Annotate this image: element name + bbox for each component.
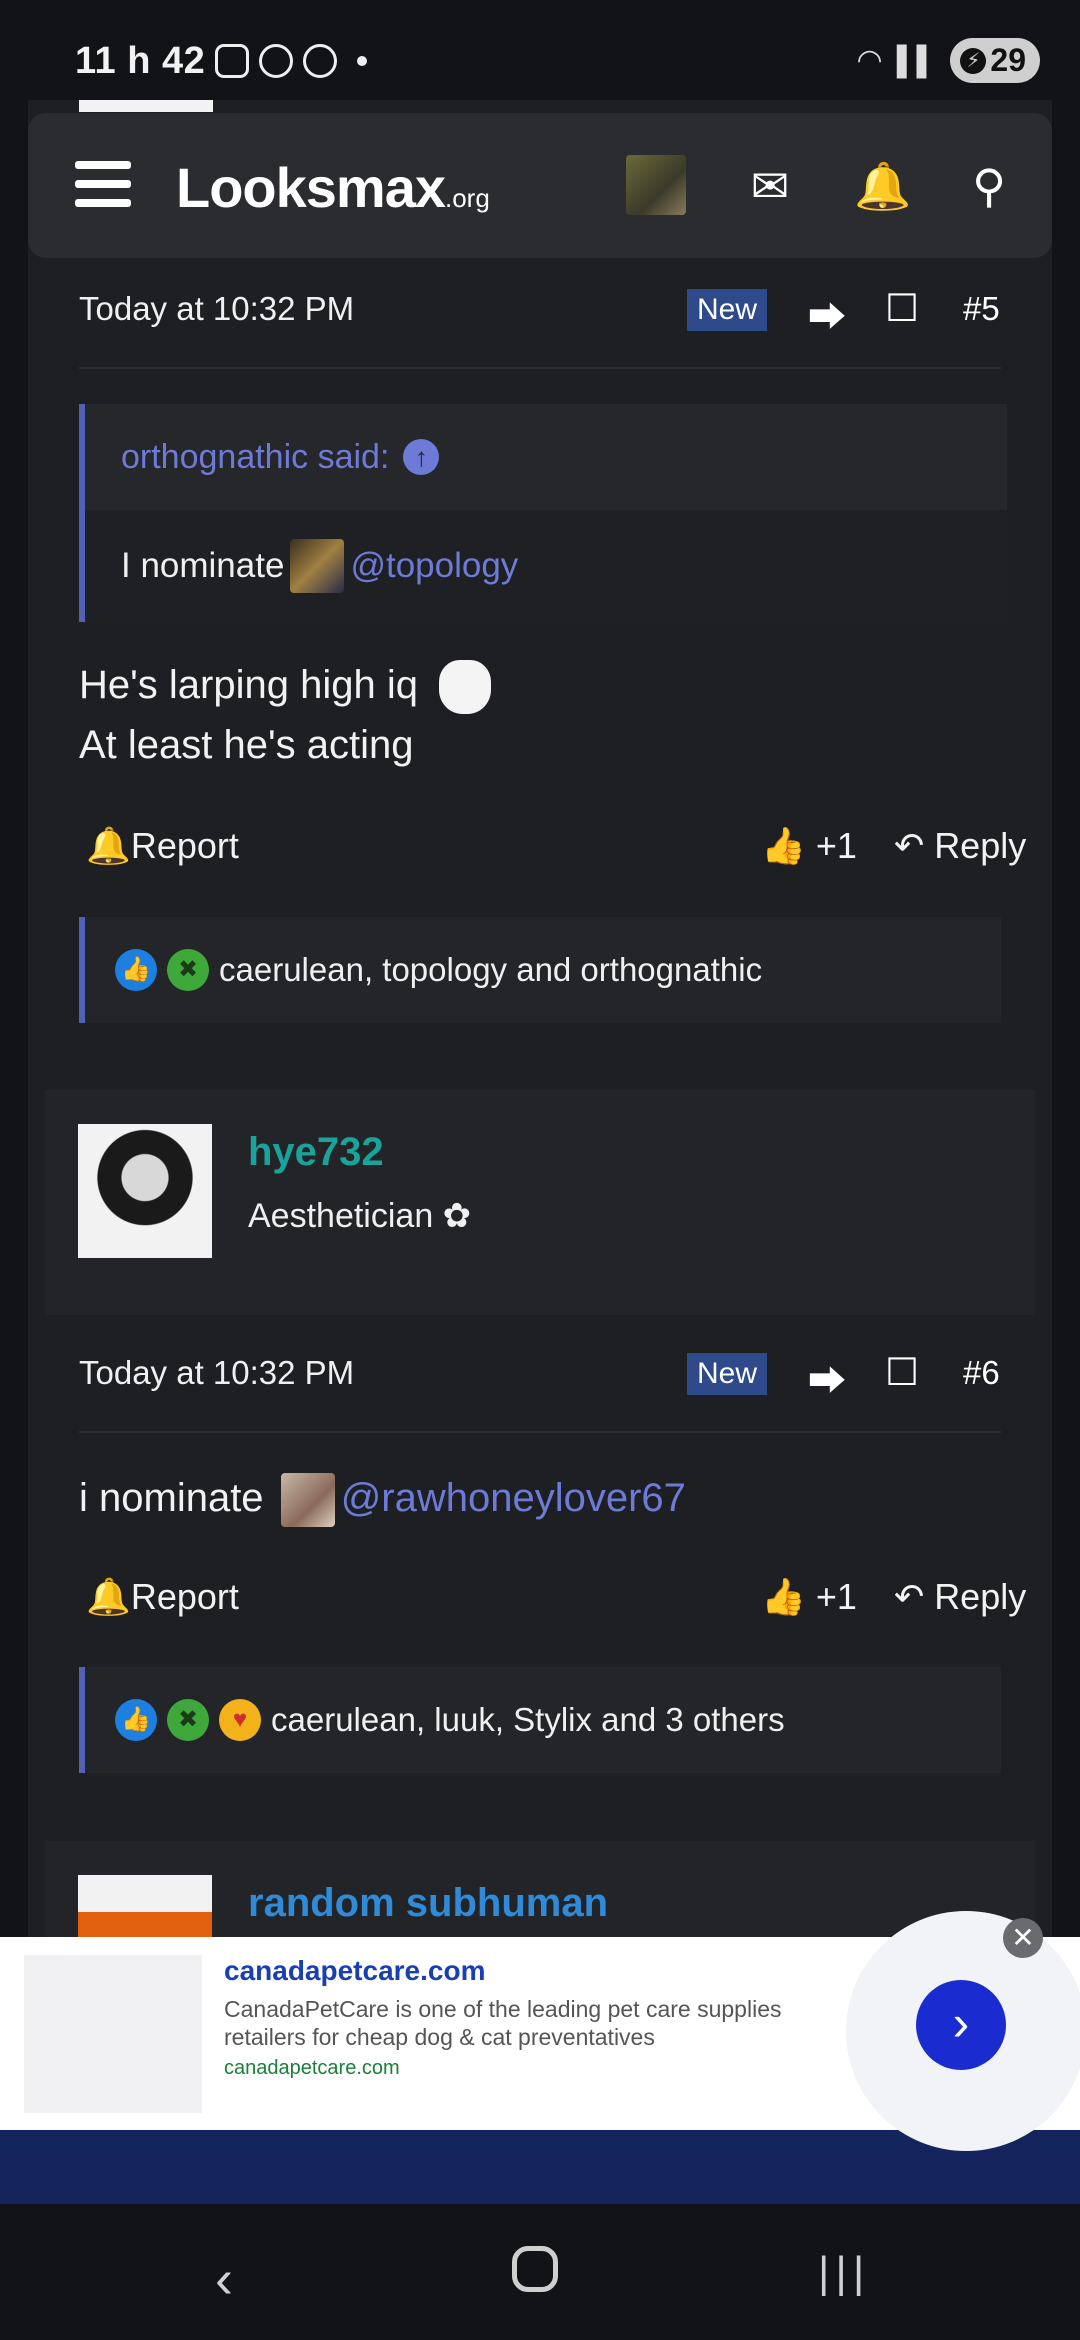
divider xyxy=(79,367,1001,369)
post-time[interactable]: Today at 10:32 PM xyxy=(79,290,354,328)
reply-icon: ↶ xyxy=(894,825,925,866)
mention-avatar xyxy=(280,1473,335,1528)
bell-icon: 🔔 xyxy=(86,825,131,866)
bell-icon[interactable]: 🔔 xyxy=(854,161,911,211)
menu-icon[interactable] xyxy=(75,161,131,207)
jump-to-quote-icon[interactable]: ↑ xyxy=(403,439,440,475)
reactions-bar[interactable]: 👍 ✖ caerulean, topology and orthognathic xyxy=(79,917,1001,1023)
report-button[interactable]: 🔔Report xyxy=(86,1576,239,1618)
search-icon[interactable]: ⚲ xyxy=(964,161,1014,211)
bookmark-icon[interactable]: ☐ xyxy=(885,286,919,331)
ad-banner[interactable]: canadapetcare.com CanadaPetCare is one o… xyxy=(0,1911,1080,2151)
user-avatar[interactable] xyxy=(78,1875,212,1937)
user-avatar[interactable] xyxy=(78,1124,212,1258)
app-notification-icon xyxy=(259,44,293,78)
post-number[interactable]: #5 xyxy=(963,290,1000,328)
pinterest-icon xyxy=(303,44,337,78)
user-info-hye732: hye732 Aesthetician ✿ xyxy=(45,1090,1035,1315)
more-notifications-dot xyxy=(357,56,367,66)
ad-title[interactable]: canadapetcare.com xyxy=(224,1955,485,1987)
chevron-right-icon[interactable]: › xyxy=(916,1980,1006,2070)
mention-link[interactable]: @topology xyxy=(350,546,518,586)
ad-url[interactable]: canadapetcare.com xyxy=(224,2057,400,2080)
report-button[interactable]: 🔔Report xyxy=(86,825,239,867)
site-header: Looksmax.org ✉ 🔔 ⚲ xyxy=(28,113,1052,258)
divider xyxy=(79,1431,1001,1433)
new-badge: New xyxy=(687,1353,768,1395)
username[interactable]: random subhuman xyxy=(248,1881,608,1926)
reply-button[interactable]: ↶ Reply xyxy=(894,1576,1026,1618)
share-icon[interactable]: ⮕ xyxy=(808,1350,846,1405)
reactions-list[interactable]: caerulean, luuk, Stylix and 3 others xyxy=(271,1701,785,1739)
quote-content: I nominate @topology xyxy=(85,510,1007,622)
sick-reaction-icon: ✖ xyxy=(167,949,209,991)
quote-author[interactable]: orthognathic said: ↑ xyxy=(85,404,1007,510)
mention-link[interactable]: @rawhoneylover67 xyxy=(341,1476,686,1520)
heart-eyes-reaction-icon: ♥ xyxy=(219,1699,261,1741)
back-icon[interactable]: ‹ xyxy=(215,2248,233,2310)
post-number[interactable]: #6 xyxy=(963,1354,1000,1392)
share-icon[interactable]: ⮕ xyxy=(808,286,846,341)
close-icon[interactable]: ✕ xyxy=(1003,1918,1043,1958)
ad-description: CanadaPetCare is one of the leading pet … xyxy=(224,1996,782,2050)
instagram-icon xyxy=(215,44,249,78)
quote-block[interactable]: orthognathic said: ↑ I nominate @topolog… xyxy=(79,404,1007,622)
status-right: ◠ ▌▌ ⚡ 29 xyxy=(857,38,1040,83)
reply-button[interactable]: ↶ Reply xyxy=(894,825,1026,867)
post-message: He's larping high iq At least he's actin… xyxy=(79,655,492,775)
charging-icon: ⚡ xyxy=(960,47,987,74)
user-info-random-subhuman: random subhuman xyxy=(45,1841,1035,1937)
like-button[interactable]: 👍 +1 xyxy=(761,825,857,867)
post-time[interactable]: Today at 10:32 PM xyxy=(79,1354,354,1392)
status-bar: 11 h 42 ◠ ▌▌ ⚡ 29 xyxy=(0,0,1080,100)
thumbs-up-icon: 👍 xyxy=(761,1576,806,1617)
username[interactable]: hye732 xyxy=(248,1130,384,1175)
bookmark-icon[interactable]: ☐ xyxy=(885,1350,919,1395)
status-time: 11 h 42 xyxy=(75,40,206,82)
user-title: Aesthetician ✿ xyxy=(248,1197,472,1235)
reactions-list[interactable]: caerulean, topology and orthognathic xyxy=(219,951,762,989)
like-reaction-icon: 👍 xyxy=(115,1699,157,1741)
ad-thumbnail[interactable] xyxy=(24,1955,202,2113)
reactions-bar[interactable]: 👍 ✖ ♥ caerulean, luuk, Stylix and 3 othe… xyxy=(79,1667,1001,1773)
thumbs-up-icon: 👍 xyxy=(761,825,806,866)
previous-user-avatar xyxy=(79,100,213,112)
account-avatar[interactable] xyxy=(626,155,686,215)
new-badge: New xyxy=(687,289,768,331)
home-icon[interactable] xyxy=(512,2246,558,2292)
site-logo[interactable]: Looksmax.org xyxy=(176,155,490,220)
like-reaction-icon: 👍 xyxy=(115,949,157,991)
bell-icon: 🔔 xyxy=(86,1576,131,1617)
wojak-emoji-icon xyxy=(439,660,492,715)
sick-reaction-icon: ✖ xyxy=(167,1699,209,1741)
mention-avatar xyxy=(290,539,345,593)
reply-icon: ↶ xyxy=(894,1576,925,1617)
like-button[interactable]: 👍 +1 xyxy=(761,1576,857,1618)
signal-icon: ▌▌ xyxy=(896,44,937,76)
wifi-icon: ◠ xyxy=(856,44,883,77)
post-message: i nominate @rawhoneylover67 xyxy=(79,1468,686,1528)
battery-level: 29 xyxy=(990,42,1026,78)
notification-icons xyxy=(215,44,367,78)
mail-icon[interactable]: ✉ xyxy=(745,161,795,211)
battery-indicator: ⚡ 29 xyxy=(950,38,1040,83)
recents-icon[interactable]: ||| xyxy=(818,2248,870,2298)
system-nav-bar: ‹ ||| xyxy=(0,2204,1080,2340)
